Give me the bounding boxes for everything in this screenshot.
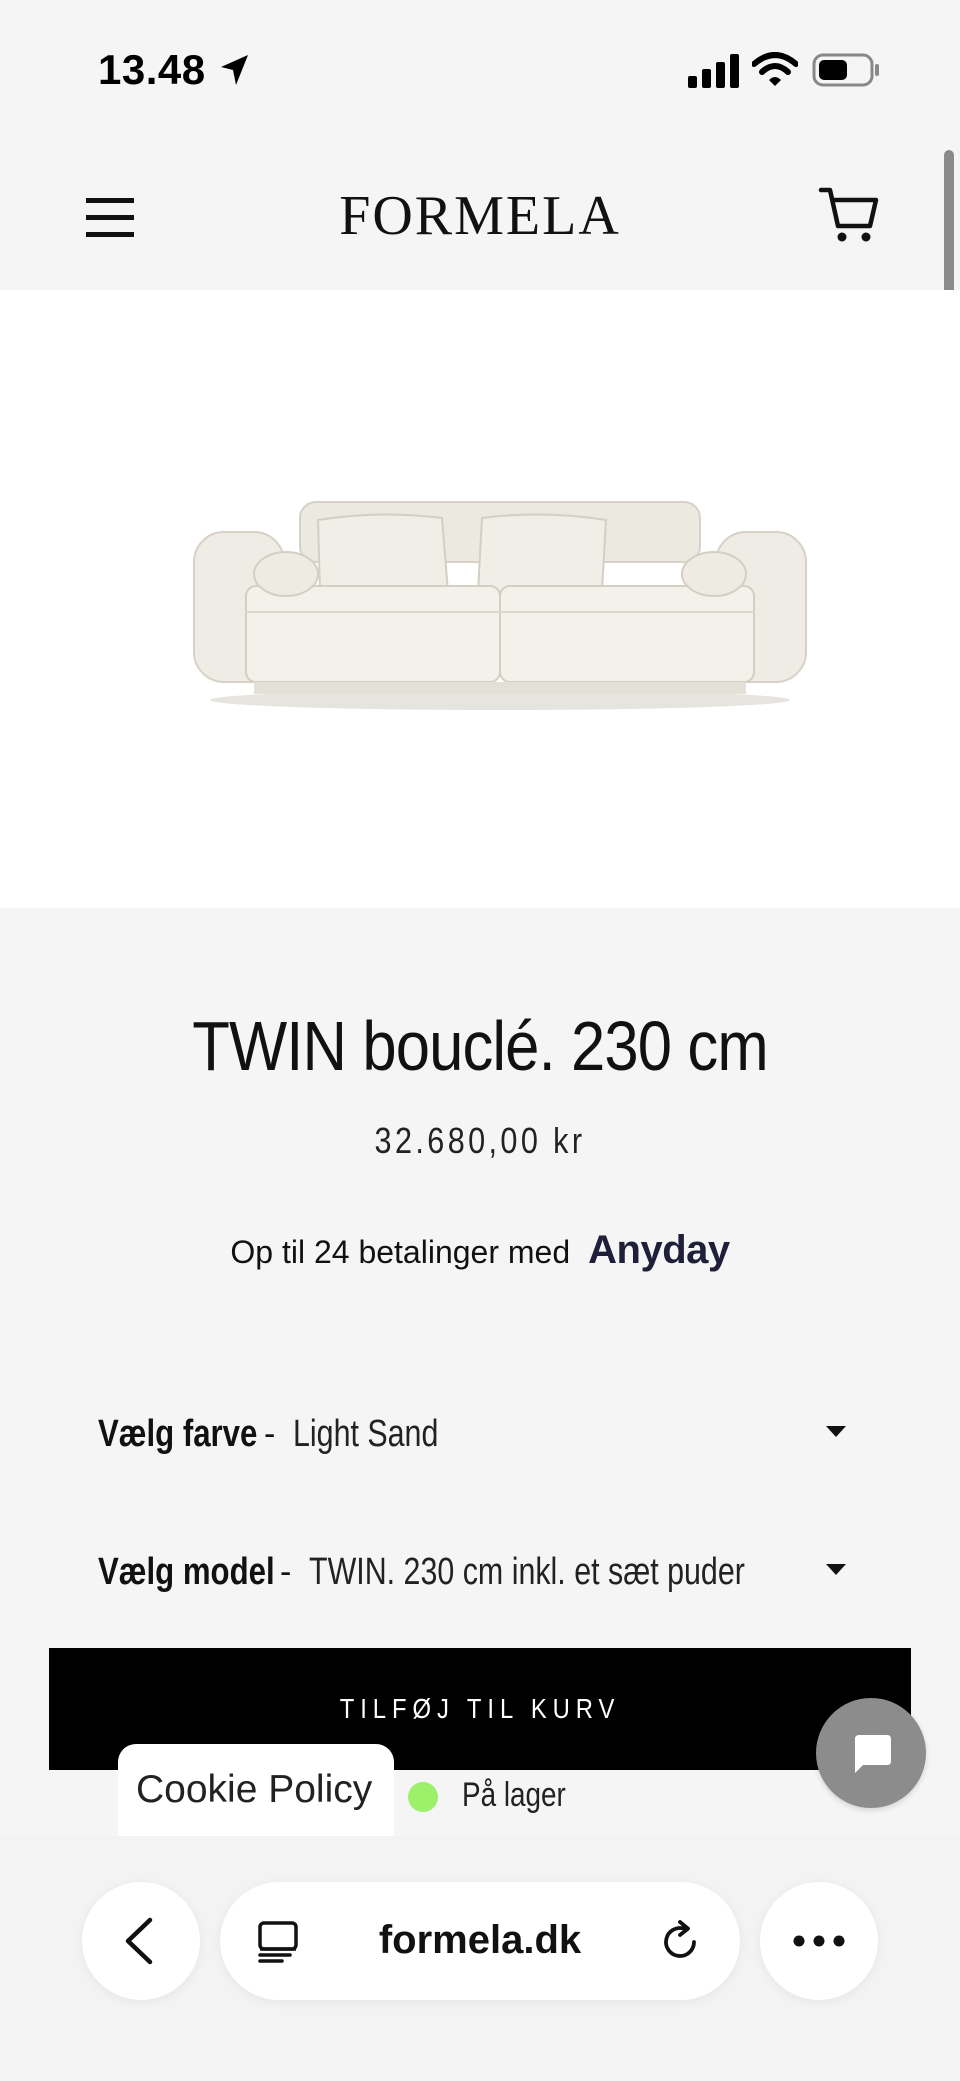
sofa-image: [193, 501, 807, 710]
location-arrow-icon: [221, 55, 248, 85]
product-title: TWIN bouclé. 230 cm: [192, 1007, 768, 1085]
chevron-left-icon: [125, 1917, 153, 1965]
wifi-icon: [752, 52, 798, 86]
cookie-policy-tab[interactable]: Cookie Policy: [118, 1744, 394, 1836]
chat-button[interactable]: [816, 1698, 926, 1808]
site-header: FORMELA: [0, 140, 960, 290]
chevron-down-icon: [826, 1564, 846, 1575]
status-time: 13.48: [98, 46, 206, 93]
reload-icon[interactable]: [658, 1920, 702, 1964]
model-select-separator: -: [280, 1552, 292, 1591]
installments-info[interactable]: Op til 24 betalinger med Anyday: [0, 1228, 960, 1273]
address-bar[interactable]: formela.dk: [220, 1882, 740, 2000]
shopping-cart-icon[interactable]: [818, 184, 880, 246]
chevron-down-icon: [826, 1426, 846, 1437]
product-image[interactable]: [0, 290, 960, 908]
browser-toolbar: formela.dk: [0, 1836, 960, 2081]
product-price: 32.680,00 kr: [374, 1120, 586, 1161]
cookie-policy-label: Cookie Policy: [136, 1768, 373, 1811]
color-select-label: Vælg farve: [98, 1412, 258, 1455]
color-select-separator: -: [264, 1414, 276, 1453]
more-options-button[interactable]: [760, 1882, 878, 2000]
browser-back-button[interactable]: [82, 1882, 200, 2000]
stock-status-dot: [408, 1782, 438, 1812]
model-select-label: Vælg model: [98, 1550, 275, 1593]
installments-text: Op til 24 betalinger med: [230, 1234, 571, 1270]
color-select[interactable]: Vælg farve - Light Sand: [98, 1402, 858, 1466]
brand-logo[interactable]: FORMELA: [0, 184, 960, 248]
model-select-value: TWIN. 230 cm inkl. et sæt puder: [309, 1550, 746, 1593]
cellular-signal-icon: [688, 54, 739, 88]
ellipsis-icon: [793, 1935, 845, 1947]
chat-bubble-icon: [855, 1735, 891, 1773]
color-select-value: Light Sand: [293, 1412, 439, 1455]
status-bar: 13.48: [0, 0, 960, 140]
battery-icon: [812, 53, 879, 87]
anyday-logo: Anyday: [588, 1228, 730, 1272]
model-select[interactable]: Vælg model - TWIN. 230 cm inkl. et sæt p…: [98, 1540, 858, 1604]
stock-status-label: På lager: [462, 1776, 566, 1814]
